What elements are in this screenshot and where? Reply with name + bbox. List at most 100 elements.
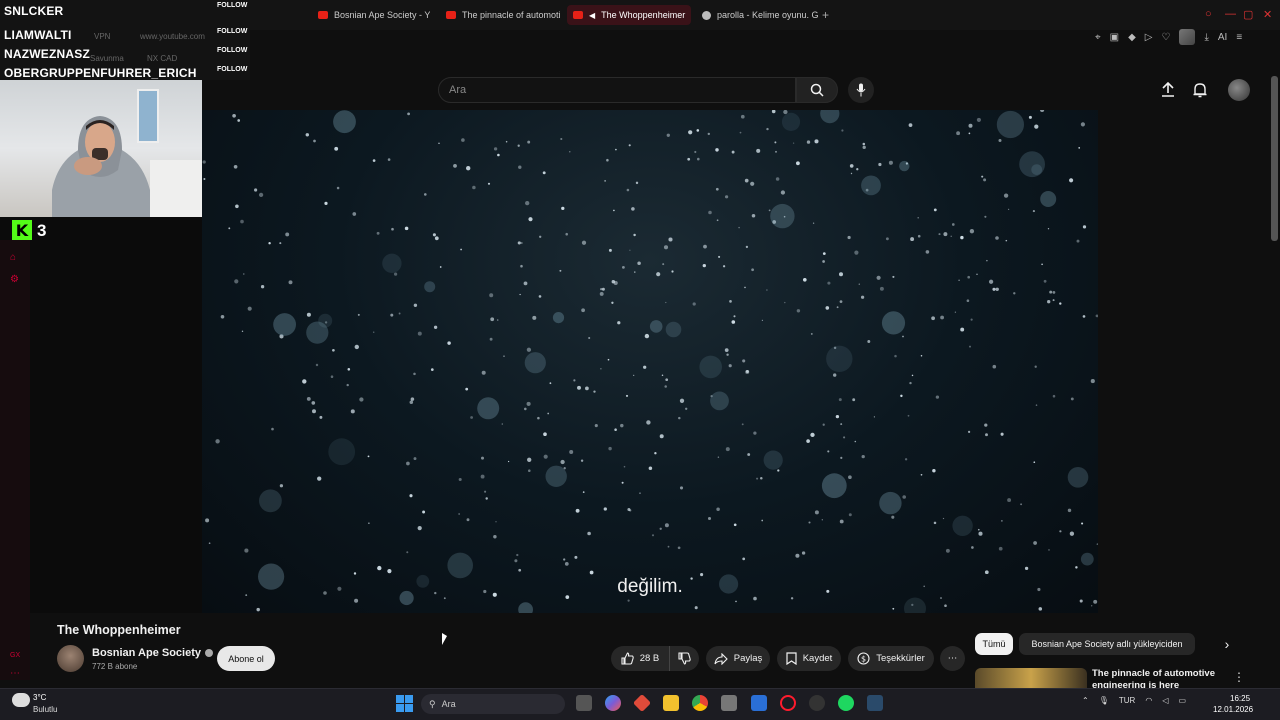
video-subtitle: değilim. [617,576,683,597]
save-button[interactable]: Kaydet [777,646,841,671]
tab-label: The Whoppenheimer [601,10,686,20]
share-button[interactable]: Paylaş [706,646,770,671]
search-icon: ⚲ [429,698,436,709]
channel-avatar[interactable] [57,645,84,672]
close-icon[interactable]: ✕ [1263,8,1272,21]
like-button[interactable]: 28 B [611,646,669,671]
steam-icon[interactable] [867,695,883,711]
store-icon[interactable] [721,695,737,711]
channel-name-link[interactable]: Bosnian Ape Society [92,647,214,659]
settings-icon[interactable]: ⚙ [10,274,22,286]
thanks-button[interactable]: $ Teşekkürler [848,646,934,671]
battery-icon[interactable]: ▭ [1178,696,1186,705]
mouse-cursor-icon [442,633,447,645]
chevron-up-icon[interactable]: ⌃ [1082,696,1089,705]
search-icon[interactable]: ○ [1205,8,1212,20]
upload-button[interactable] [1158,80,1178,100]
snapshot-icon[interactable]: ▣ [1110,32,1119,43]
clock-date[interactable]: 12.01.2026 [1213,705,1253,714]
follower-name: OBERGRUPPENFUHRER_ERICH [4,66,197,80]
verified-icon [205,649,214,657]
related-video-title[interactable]: The pinnacle of automotive engineering i… [1092,668,1222,688]
video-frame-particles [202,110,1098,613]
microphone-icon[interactable]: 🎙 [1099,696,1109,705]
chevron-right-icon[interactable]: › [1218,634,1236,654]
new-tab-icon[interactable]: + [822,8,829,22]
share-label: Paylaş [733,653,763,664]
tab-label: parolla - Kelime oyunu. Gü [717,10,818,20]
tab-bosnian-ape-society[interactable]: Bosnian Ape Society - You [312,5,430,25]
weather-temperature: 3°C [33,693,47,702]
tab-label: Bosnian Ape Society - You [334,10,430,20]
microphone-icon [856,83,866,97]
thanks-label: Teşekkürler [876,653,925,664]
dislike-button[interactable] [669,646,699,671]
webcam-person-image [52,89,202,217]
notifications-button[interactable] [1190,80,1210,100]
maximize-icon[interactable]: ▢ [1243,8,1253,21]
volume-icon[interactable]: ◁ [1162,696,1168,705]
search-button[interactable] [796,77,838,103]
subscribe-button[interactable]: Abone ol [217,646,275,671]
cloud-icon[interactable] [12,693,30,707]
system-tray: ⌃ 🎙 TUR ◠ ◁ ▭ [1082,696,1186,705]
wifi-icon[interactable]: ◠ [1145,696,1152,705]
stream-side-panel [0,217,202,617]
follower-action: FOLLOW [217,47,248,54]
shield-icon[interactable]: ◆ [1128,32,1136,43]
clock-time[interactable]: 16:25 [1230,694,1250,703]
profile-icon[interactable] [1179,29,1196,45]
more-icon: ⋯ [947,653,958,664]
browser-sidebar-strip: ⌂ ⚙ GX ⋯ [0,240,30,680]
menu-icon[interactable]: ≡ [1236,32,1242,43]
minimize-icon[interactable]: — [1225,8,1236,20]
page-scrollbar[interactable] [1271,76,1278,241]
svg-text:$: $ [861,655,866,664]
opera-gx-icon[interactable] [780,695,796,711]
bell-icon [1193,83,1207,98]
filter-chip-all[interactable]: Tümü [975,633,1013,655]
windows-start-icon[interactable] [396,695,413,712]
bookmark-label: NX CAD [147,54,178,63]
heart-icon[interactable]: ♡ [1162,32,1171,43]
outlook-icon[interactable] [751,695,767,711]
play-icon[interactable]: ▷ [1145,32,1153,43]
audio-icon[interactable]: ◀ [589,11,595,20]
tab-whoppenheimer[interactable]: ◀ The Whoppenheimer [567,5,691,25]
follower-name: SNLCKER [4,4,64,18]
more-icon[interactable]: ⋯ [10,668,22,680]
gx-label: GX [10,652,21,659]
language-indicator[interactable]: TUR [1119,696,1135,705]
youtube-icon [446,11,456,19]
voice-search-button[interactable] [848,77,874,103]
browser-toolbar: ⌖ ▣ ◆ ▷ ♡ ⤓ AI ≡ [1095,28,1275,46]
taskbar-search[interactable]: ⚲ Ara [421,694,565,714]
spotify-icon[interactable] [838,695,854,711]
share-icon [714,652,728,665]
ai-button[interactable]: AI [1218,32,1227,43]
chrome-icon[interactable] [692,695,708,711]
tab-label: The pinnacle of automotiv [462,10,560,20]
kick-logo-icon: K [12,220,32,240]
download-icon[interactable]: ⤓ [1204,32,1208,43]
file-explorer-icon[interactable] [663,695,679,711]
vpn-badge: VPN [94,32,111,41]
filter-chip-uploader[interactable]: Bosnian Ape Society adlı yükleyiciden [1019,633,1195,655]
tab-parolla[interactable]: parolla - Kelime oyunu. Gü [696,5,818,25]
kebab-menu-icon[interactable]: ⋮ [1233,670,1245,684]
related-video-thumbnail[interactable] [975,668,1087,688]
bookmark-icon [786,652,797,665]
obs-icon[interactable] [809,695,825,711]
browser-tab-bar: Bosnian Ape Society - You The pinnacle o… [250,0,1280,30]
home-icon[interactable]: ⌂ [10,252,22,264]
video-player[interactable]: değilim. [202,110,1098,613]
account-avatar[interactable] [1228,79,1250,101]
like-count: 28 B [639,653,660,664]
more-actions-button[interactable]: ⋯ [940,646,965,671]
tab-pinnacle[interactable]: The pinnacle of automotiv [440,5,560,25]
task-view-icon[interactable] [576,695,592,711]
copilot-icon[interactable] [605,695,621,711]
follower-name: LIAMWALTI [4,28,72,42]
pin-icon[interactable]: ⌖ [1095,32,1101,43]
search-input[interactable]: Ara [438,77,796,103]
